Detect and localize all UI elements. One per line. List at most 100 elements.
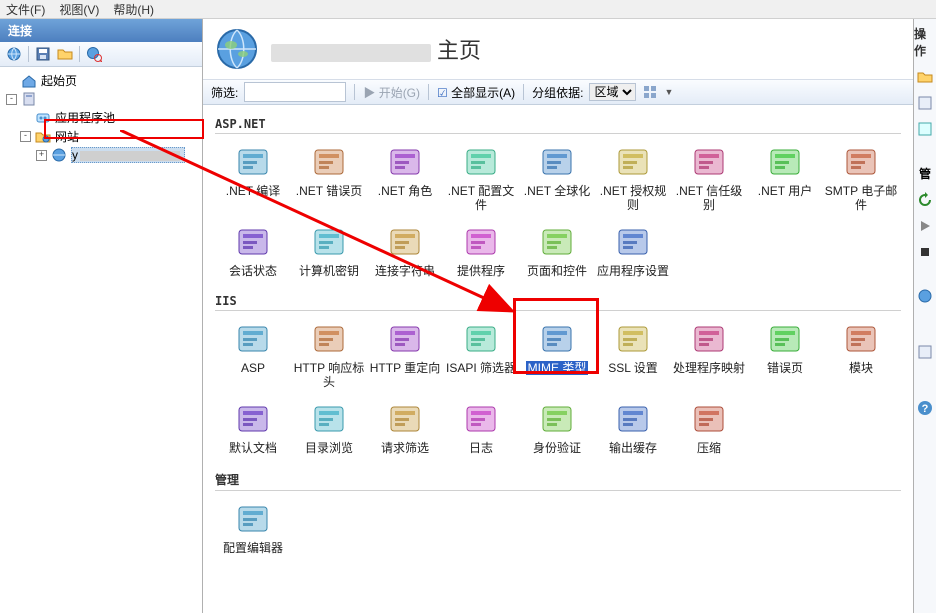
feature-icon [691,401,727,437]
expander-icon[interactable]: - [6,94,17,105]
actions-pane: 操作 管 ? [914,19,936,613]
feature-item[interactable]: .NET 全球化 [519,144,595,212]
feature-item[interactable]: HTTP 重定向 [367,321,443,389]
tree-app-pools[interactable]: 应用程序池 [2,108,200,127]
expander-icon[interactable]: - [20,131,31,142]
feature-item[interactable]: 默认文档 [215,401,291,455]
feature-item[interactable]: 页面和控件 [519,224,595,278]
feature-label: 连接字符串 [375,264,435,278]
feature-label: 应用程序设置 [597,264,669,278]
feature-label: 页面和控件 [527,264,587,278]
edit-permissions-icon[interactable] [917,95,933,111]
groupby-select[interactable]: 区域 [589,83,636,101]
feature-item[interactable]: 计算机密钥 [291,224,367,278]
feature-item[interactable]: 错误页 [747,321,823,389]
feature-label: 处理程序映射 [673,361,745,375]
folder-icon[interactable] [57,46,73,62]
feature-item[interactable]: HTTP 响应标头 [291,321,367,389]
feature-icon [615,224,651,260]
mgmt-grid: 配置编辑器 [215,499,901,565]
save-icon[interactable] [35,46,51,62]
feature-item[interactable]: 会话状态 [215,224,291,278]
menu-file[interactable]: 文件(F) [6,1,45,18]
chevron-down-icon[interactable]: ▼ [664,87,673,97]
start-icon[interactable] [917,218,933,234]
feature-label: 错误页 [767,361,803,375]
feature-item[interactable]: MIME 类型 [519,321,595,389]
feature-icon [615,144,651,180]
toolbar-separator [79,46,80,62]
feature-label: HTTP 响应标头 [291,361,367,389]
feature-item[interactable]: 处理程序映射 [671,321,747,389]
toolbar-separator [428,84,429,100]
svg-text:?: ? [922,403,929,415]
expander-icon[interactable]: + [36,150,47,161]
menu-help[interactable]: 帮助(H) [113,1,154,18]
group-header-aspnet: ASP.NET [215,117,901,134]
feature-icon [843,144,879,180]
feature-icon [463,321,499,357]
connections-tree[interactable]: 起始页 - 应用程序池 - 网站 + [0,67,202,613]
explore-icon[interactable] [917,69,933,85]
group-header-mgmt: 管理 [215,471,901,491]
tree-site-item[interactable]: + y [2,146,200,164]
go-button[interactable]: ▶ 开始(G) [363,84,420,101]
feature-icon [691,321,727,357]
feature-item[interactable]: ISAPI 筛选器 [443,321,519,389]
feature-item[interactable]: 身份验证 [519,401,595,455]
tree-label: 起始页 [41,72,77,89]
filter-input[interactable] [244,82,346,102]
aspnet-grid: .NET 编译 .NET 错误页 .NET 角色.NET 配置文件 .NET 全球化.… [215,142,901,288]
feature-item[interactable]: .NET 编译 [215,144,291,212]
apppool-icon [35,110,51,126]
site-globe-icon [215,27,259,71]
show-all-button[interactable]: ☑ 全部显示(A) [437,84,515,101]
feature-item[interactable]: 压缩 [671,401,747,455]
feature-icon [539,144,575,180]
feature-item[interactable]: 连接字符串 [367,224,443,278]
feature-item[interactable]: .NET 信任级别 [671,144,747,212]
edit-site-icon[interactable] [917,121,933,137]
tree-server[interactable]: - [2,90,200,108]
toolbar-separator [354,84,355,100]
feature-icon [615,321,651,357]
feature-item[interactable]: .NET 错误页 [291,144,367,212]
tree-start-page[interactable]: 起始页 [2,71,200,90]
browse-icon[interactable] [86,46,102,62]
groupby-label: 分组依据: [532,84,583,101]
feature-item[interactable]: 提供程序 [443,224,519,278]
tree-sites[interactable]: - 网站 [2,127,200,146]
stop-icon[interactable] [917,244,933,260]
feature-item[interactable]: .NET 授权规则 [595,144,671,212]
feature-item[interactable]: .NET 角色 [367,144,443,212]
connections-title: 连接 [0,19,202,42]
feature-item[interactable]: .NET 配置文件 [443,144,519,212]
restart-icon[interactable] [917,192,933,208]
feature-item[interactable]: ASP [215,321,291,389]
feature-item[interactable]: .NET 用户 [747,144,823,212]
view-large-icon[interactable] [642,84,658,100]
feature-icon [311,401,347,437]
tree-label: 应用程序池 [55,109,115,126]
feature-item[interactable]: 应用程序设置 [595,224,671,278]
feature-item[interactable]: SMTP 电子邮件 [823,144,899,212]
feature-label: .NET 错误页 [296,184,362,198]
feature-label: .NET 全球化 [524,184,590,198]
help-icon[interactable]: ? [917,400,933,416]
feature-item[interactable]: 目录浏览 [291,401,367,455]
feature-item[interactable]: SSL 设置 [595,321,671,389]
toolbar-separator [523,84,524,100]
menubar: 文件(F) 视图(V) 帮助(H) [0,0,936,19]
browse-site-icon[interactable] [917,288,933,304]
feature-item[interactable]: 请求筛选 [367,401,443,455]
feature-icon [387,224,423,260]
server-icon [21,91,37,107]
advanced-settings-icon[interactable] [917,344,933,360]
feature-item[interactable]: 输出缓存 [595,401,671,455]
feature-item[interactable]: 日志 [443,401,519,455]
feature-item[interactable]: 配置编辑器 [215,501,291,555]
feature-icon [311,144,347,180]
feature-item[interactable]: 模块 [823,321,899,389]
connect-icon[interactable] [6,46,22,62]
menu-view[interactable]: 视图(V) [59,1,99,18]
